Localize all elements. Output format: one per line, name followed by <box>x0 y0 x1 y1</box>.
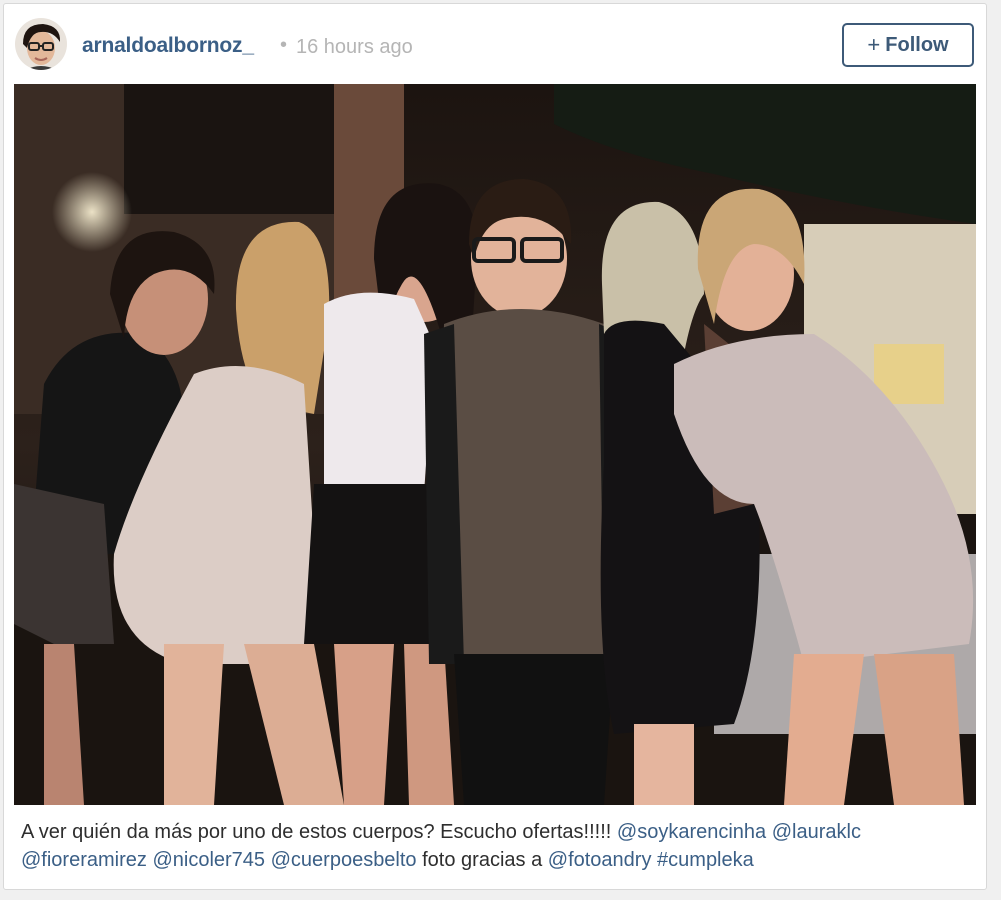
caption-text-2: foto gracias a <box>422 849 543 871</box>
post-header: arnaldoalbornoz_ • 16 hours ago + Follow <box>4 4 986 84</box>
username-link[interactable]: arnaldoalbornoz_ <box>82 34 254 58</box>
post-card: arnaldoalbornoz_ • 16 hours ago + Follow <box>3 3 987 890</box>
mention-link[interactable]: @fotoandry <box>548 849 652 871</box>
mention-link[interactable]: @nicoler745 <box>152 849 265 871</box>
post-caption: A ver quién da más por uno de estos cuer… <box>21 818 976 874</box>
mention-link[interactable]: @fioreramirez <box>21 849 147 871</box>
follow-button[interactable]: + Follow <box>842 23 974 67</box>
post-photo[interactable] <box>14 84 976 805</box>
hashtag-link[interactable]: #cumpleka <box>657 849 754 871</box>
follow-label: Follow <box>885 33 949 56</box>
avatar[interactable] <box>15 18 67 70</box>
mention-link[interactable]: @soykarencinha <box>617 821 766 843</box>
plus-icon: + <box>867 32 881 57</box>
caption-text: A ver quién da más por uno de estos cuer… <box>21 821 612 843</box>
separator-dot: • <box>280 34 288 56</box>
post-timestamp[interactable]: 16 hours ago <box>296 36 413 59</box>
mention-link[interactable]: @cuerpoesbelto <box>271 849 417 871</box>
mention-link[interactable]: @lauraklc <box>772 821 861 843</box>
